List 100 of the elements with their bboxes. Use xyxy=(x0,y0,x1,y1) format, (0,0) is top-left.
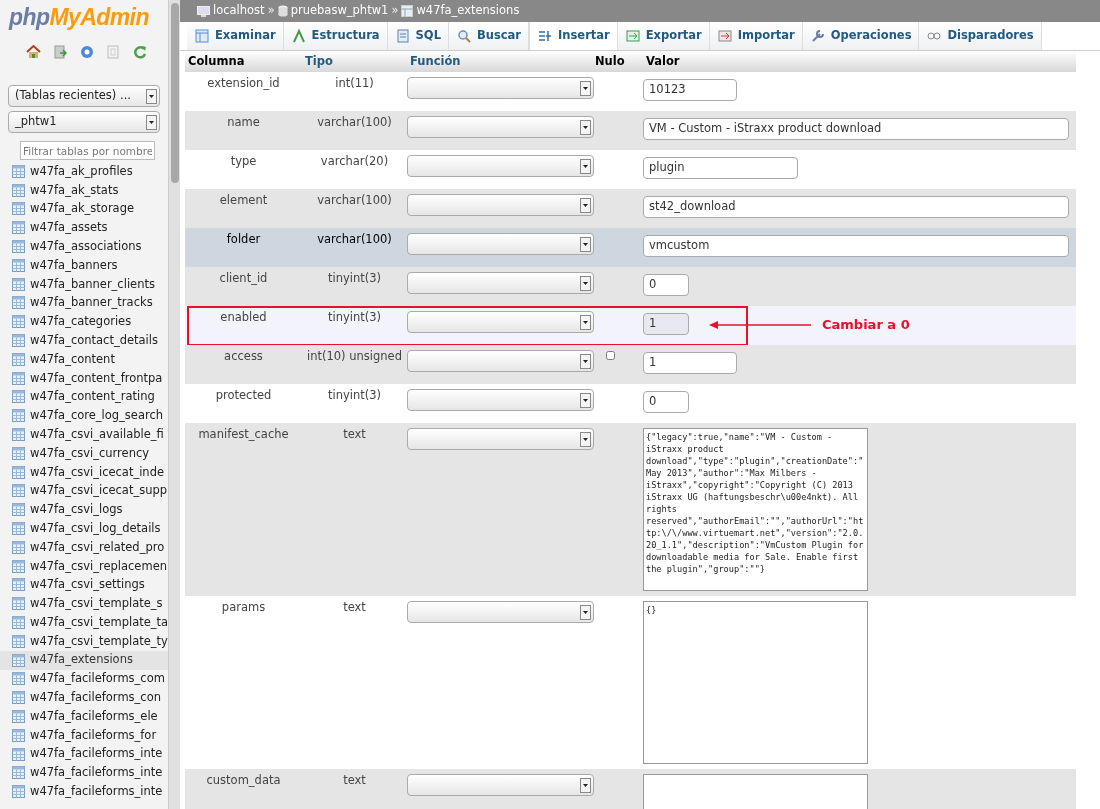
column-type: varchar(100) xyxy=(317,193,392,207)
table-list-item[interactable]: w47fa_csvi_replacemen xyxy=(0,556,168,576)
value-field[interactable]: plugin xyxy=(643,157,798,179)
value-field[interactable]: VM - Custom - iStraxx product download xyxy=(643,118,1069,140)
table-list-item[interactable]: w47fa_ak_profiles xyxy=(0,162,168,181)
column-header[interactable]: Columna xyxy=(188,53,245,68)
table-list-item[interactable]: w47fa_ak_storage xyxy=(0,199,168,219)
breadcrumb-link[interactable]: w47fa_extensions xyxy=(416,2,520,20)
table-list-item[interactable]: w47fa_facileforms_ele xyxy=(0,707,168,726)
column-header[interactable]: Función xyxy=(410,53,461,68)
tab[interactable]: Insertar xyxy=(529,21,618,50)
tab[interactable]: SQL xyxy=(387,21,449,50)
column-header[interactable]: Nulo xyxy=(595,53,625,68)
table-list-item[interactable]: w47fa_csvi_icecat_inde xyxy=(0,462,168,482)
table-icon xyxy=(12,334,25,348)
database-select[interactable]: _phtw1 xyxy=(8,111,160,133)
table-icon xyxy=(12,352,25,366)
breadcrumb-link[interactable]: localhost xyxy=(213,2,265,20)
value-field[interactable]: 1 xyxy=(643,352,737,374)
exit-icon[interactable] xyxy=(54,45,67,59)
function-select[interactable] xyxy=(407,194,594,216)
tab[interactable]: Buscar xyxy=(448,21,529,50)
column-type: varchar(100) xyxy=(317,115,392,129)
column-header[interactable]: Valor xyxy=(646,53,680,68)
tab[interactable]: Examinar xyxy=(187,21,284,50)
table-list-item[interactable]: w47fa_csvi_template_s xyxy=(0,594,168,614)
table-list-item[interactable]: w47fa_facileforms_con xyxy=(0,688,168,708)
tab[interactable]: Estructura xyxy=(283,21,388,50)
table-icon xyxy=(12,616,25,629)
table-icon xyxy=(12,766,25,780)
reload-icon[interactable] xyxy=(133,45,147,59)
value-textarea[interactable]: {"legacy":true,"name":"VM - Custom - iStraxx product download","type":"plugin","creationDate":"May 2013","author":"Max Milbers - iStraxx","copyright":"Copyright (C) 2013 iStraxx UG (haftungsbeschr\u00e4nkt). All rights reserved","authorEmail":"","authorUrl":"http:\/\/www.virtuemart.net","version":"2.0.20_1.1","description":"VmCustom Plugin for downloadable media for Sale. Enable first the plugin","group":""} xyxy=(643,428,868,591)
table-list-item[interactable]: w47fa_ak_stats xyxy=(0,180,168,200)
table-list-item[interactable]: w47fa_csvi_related_pro xyxy=(0,537,168,557)
breadcrumb-separator: » xyxy=(267,2,275,20)
value-field[interactable]: st42_download xyxy=(643,196,1069,218)
breadcrumb-link[interactable]: pruebasw_phtw1 xyxy=(290,2,389,20)
table-list-item[interactable]: w47fa_banners xyxy=(0,256,168,275)
function-select[interactable] xyxy=(407,350,594,372)
column-name: enabled xyxy=(220,310,267,324)
table-list-item[interactable]: w47fa_csvi_icecat_supp xyxy=(0,481,168,501)
table-list-item[interactable]: w47fa_contact_details xyxy=(0,331,168,350)
null-checkbox[interactable] xyxy=(606,351,615,360)
function-select[interactable] xyxy=(407,116,594,138)
recent-tables-select[interactable]: (Tablas recientes) ... xyxy=(8,85,160,107)
table-list-item[interactable]: w47fa_core_log_search xyxy=(0,406,168,426)
table-list-item[interactable]: w47fa_facileforms_inte xyxy=(0,782,168,802)
function-select[interactable] xyxy=(407,77,594,99)
table-list-item[interactable]: w47fa_facileforms_inte xyxy=(0,744,168,764)
value-field[interactable]: 10123 xyxy=(643,79,737,101)
function-select[interactable] xyxy=(407,774,594,796)
tab[interactable]: Disparadores xyxy=(919,21,1042,50)
value-field[interactable]: 0 xyxy=(643,391,689,413)
table-list-item[interactable]: w47fa_banner_tracks xyxy=(0,293,168,313)
scrollbar-thumb[interactable] xyxy=(170,3,179,183)
value-field[interactable]: 1 xyxy=(643,313,689,335)
table-list-item[interactable]: w47fa_facileforms_inte xyxy=(0,763,168,783)
table-list-item[interactable]: w47fa_banner_clients xyxy=(0,274,168,294)
value-field[interactable]: 0 xyxy=(643,274,689,296)
table-list-item[interactable]: w47fa_csvi_settings xyxy=(0,575,168,595)
table-list-item[interactable]: w47fa_csvi_template_ta xyxy=(0,613,168,632)
table-icon xyxy=(12,484,25,498)
table-list-item[interactable]: w47fa_categories xyxy=(0,312,168,332)
function-select[interactable] xyxy=(407,272,594,294)
sidebar-scrollbar[interactable] xyxy=(168,0,180,809)
table-list-item[interactable]: w47fa_facileforms_com xyxy=(0,669,168,689)
value-field[interactable]: vmcustom xyxy=(643,235,1069,257)
column-header[interactable]: Tipo xyxy=(305,53,333,68)
table-filter-field[interactable]: Filtrar tablas por nombre xyxy=(20,141,155,160)
tab[interactable]: Operaciones xyxy=(802,21,920,50)
table-list-item[interactable]: w47fa_csvi_available_fi xyxy=(0,425,168,444)
column-type: text xyxy=(343,427,366,441)
browse-icon xyxy=(194,27,210,44)
document-icon[interactable] xyxy=(107,45,120,59)
table-list-item[interactable]: w47fa_csvi_template_ty xyxy=(0,631,168,651)
table-list-item[interactable]: w47fa_content_rating xyxy=(0,387,168,407)
function-select[interactable] xyxy=(407,428,594,450)
value-textarea[interactable]: {} xyxy=(643,601,868,764)
table-list-item[interactable]: w47fa_assets xyxy=(0,218,168,238)
tab[interactable]: Importar xyxy=(709,21,803,50)
table-list-item[interactable]: w47fa_csvi_currency xyxy=(0,443,168,463)
table-list-item[interactable]: w47fa_facileforms_for xyxy=(0,725,168,745)
table-list-item[interactable]: w47fa_extensions xyxy=(0,650,168,670)
table-list-item[interactable]: w47fa_associations xyxy=(0,237,168,256)
table-list-item[interactable]: w47fa_content_frontpa xyxy=(0,368,168,388)
value-textarea[interactable] xyxy=(643,774,868,809)
logo[interactable]: phpMyAdmin xyxy=(9,4,149,30)
function-select[interactable] xyxy=(407,601,594,623)
function-select[interactable] xyxy=(407,233,594,255)
table-list-item[interactable]: w47fa_csvi_log_details xyxy=(0,519,168,538)
tab[interactable]: Exportar xyxy=(617,21,710,50)
home-icon[interactable] xyxy=(26,45,41,59)
help-icon[interactable] xyxy=(80,45,94,59)
function-select[interactable] xyxy=(407,155,594,177)
table-list-item[interactable]: w47fa_content xyxy=(0,349,168,369)
table-icon xyxy=(12,371,25,385)
column-name: protected xyxy=(215,388,272,402)
function-select[interactable] xyxy=(407,389,594,411)
table-list-item[interactable]: w47fa_csvi_logs xyxy=(0,500,168,520)
function-select[interactable] xyxy=(407,311,594,333)
